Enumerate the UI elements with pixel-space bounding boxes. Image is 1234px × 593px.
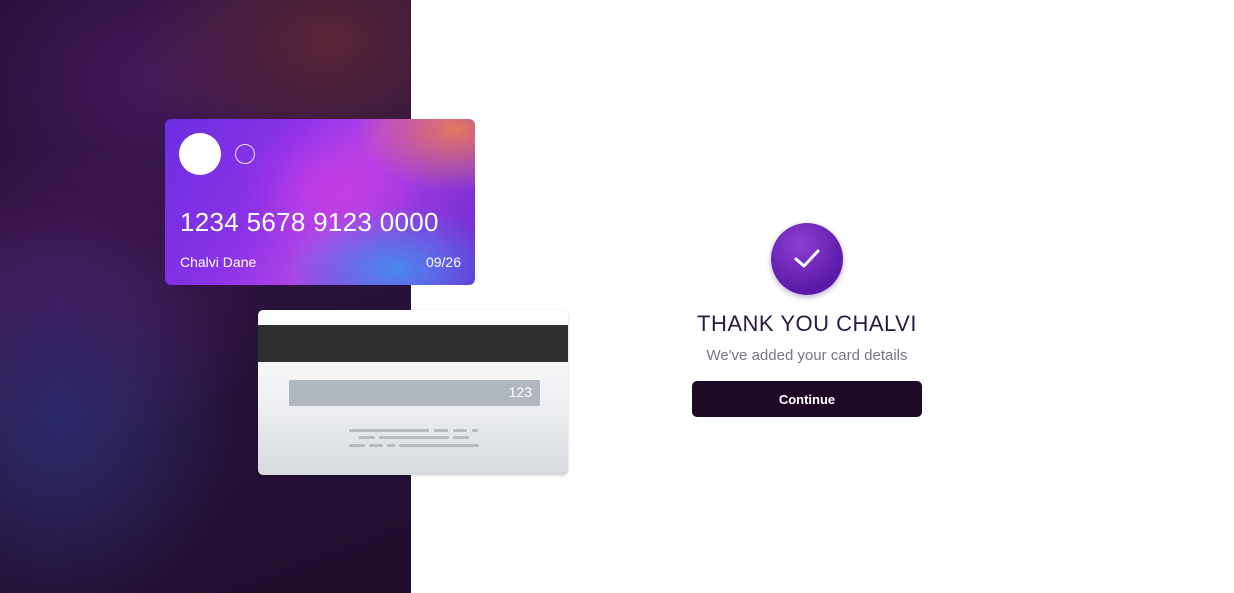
confirmation-title: THANK YOU CHALVI [697, 311, 917, 336]
card-back-line [434, 429, 448, 432]
card-holder-name: Chalvi Dane [180, 254, 257, 270]
card-back-line [472, 429, 478, 432]
card-back-line [387, 444, 395, 447]
card-back-line [369, 444, 383, 447]
magnetic-stripe [258, 325, 568, 362]
card-back-line [359, 436, 375, 439]
card-logo-circle-large [179, 133, 221, 175]
checkmark-icon [794, 249, 820, 268]
decorative-background-panel [0, 0, 411, 593]
card-cvv: 123 [508, 384, 532, 400]
card-back-line [349, 444, 365, 447]
card-back-line [453, 436, 469, 439]
card-expiry: 09/26 [425, 254, 461, 270]
card-number: 1234 5678 9123 0000 [180, 207, 439, 237]
signature-strip: 123 [289, 380, 540, 406]
card-back-line [453, 429, 467, 432]
credit-card-back: 123 [258, 310, 568, 475]
continue-button[interactable]: Continue [692, 381, 922, 417]
card-back-line [349, 429, 429, 432]
success-checkmark-badge [771, 223, 843, 295]
card-logo-circle-small [235, 144, 255, 164]
credit-card-front: 1234 5678 9123 0000 Chalvi Dane 09/26 [165, 119, 475, 285]
confirmation-subtitle: We've added your card details [706, 347, 908, 364]
card-back-line [399, 444, 479, 447]
card-back-line [379, 436, 449, 439]
